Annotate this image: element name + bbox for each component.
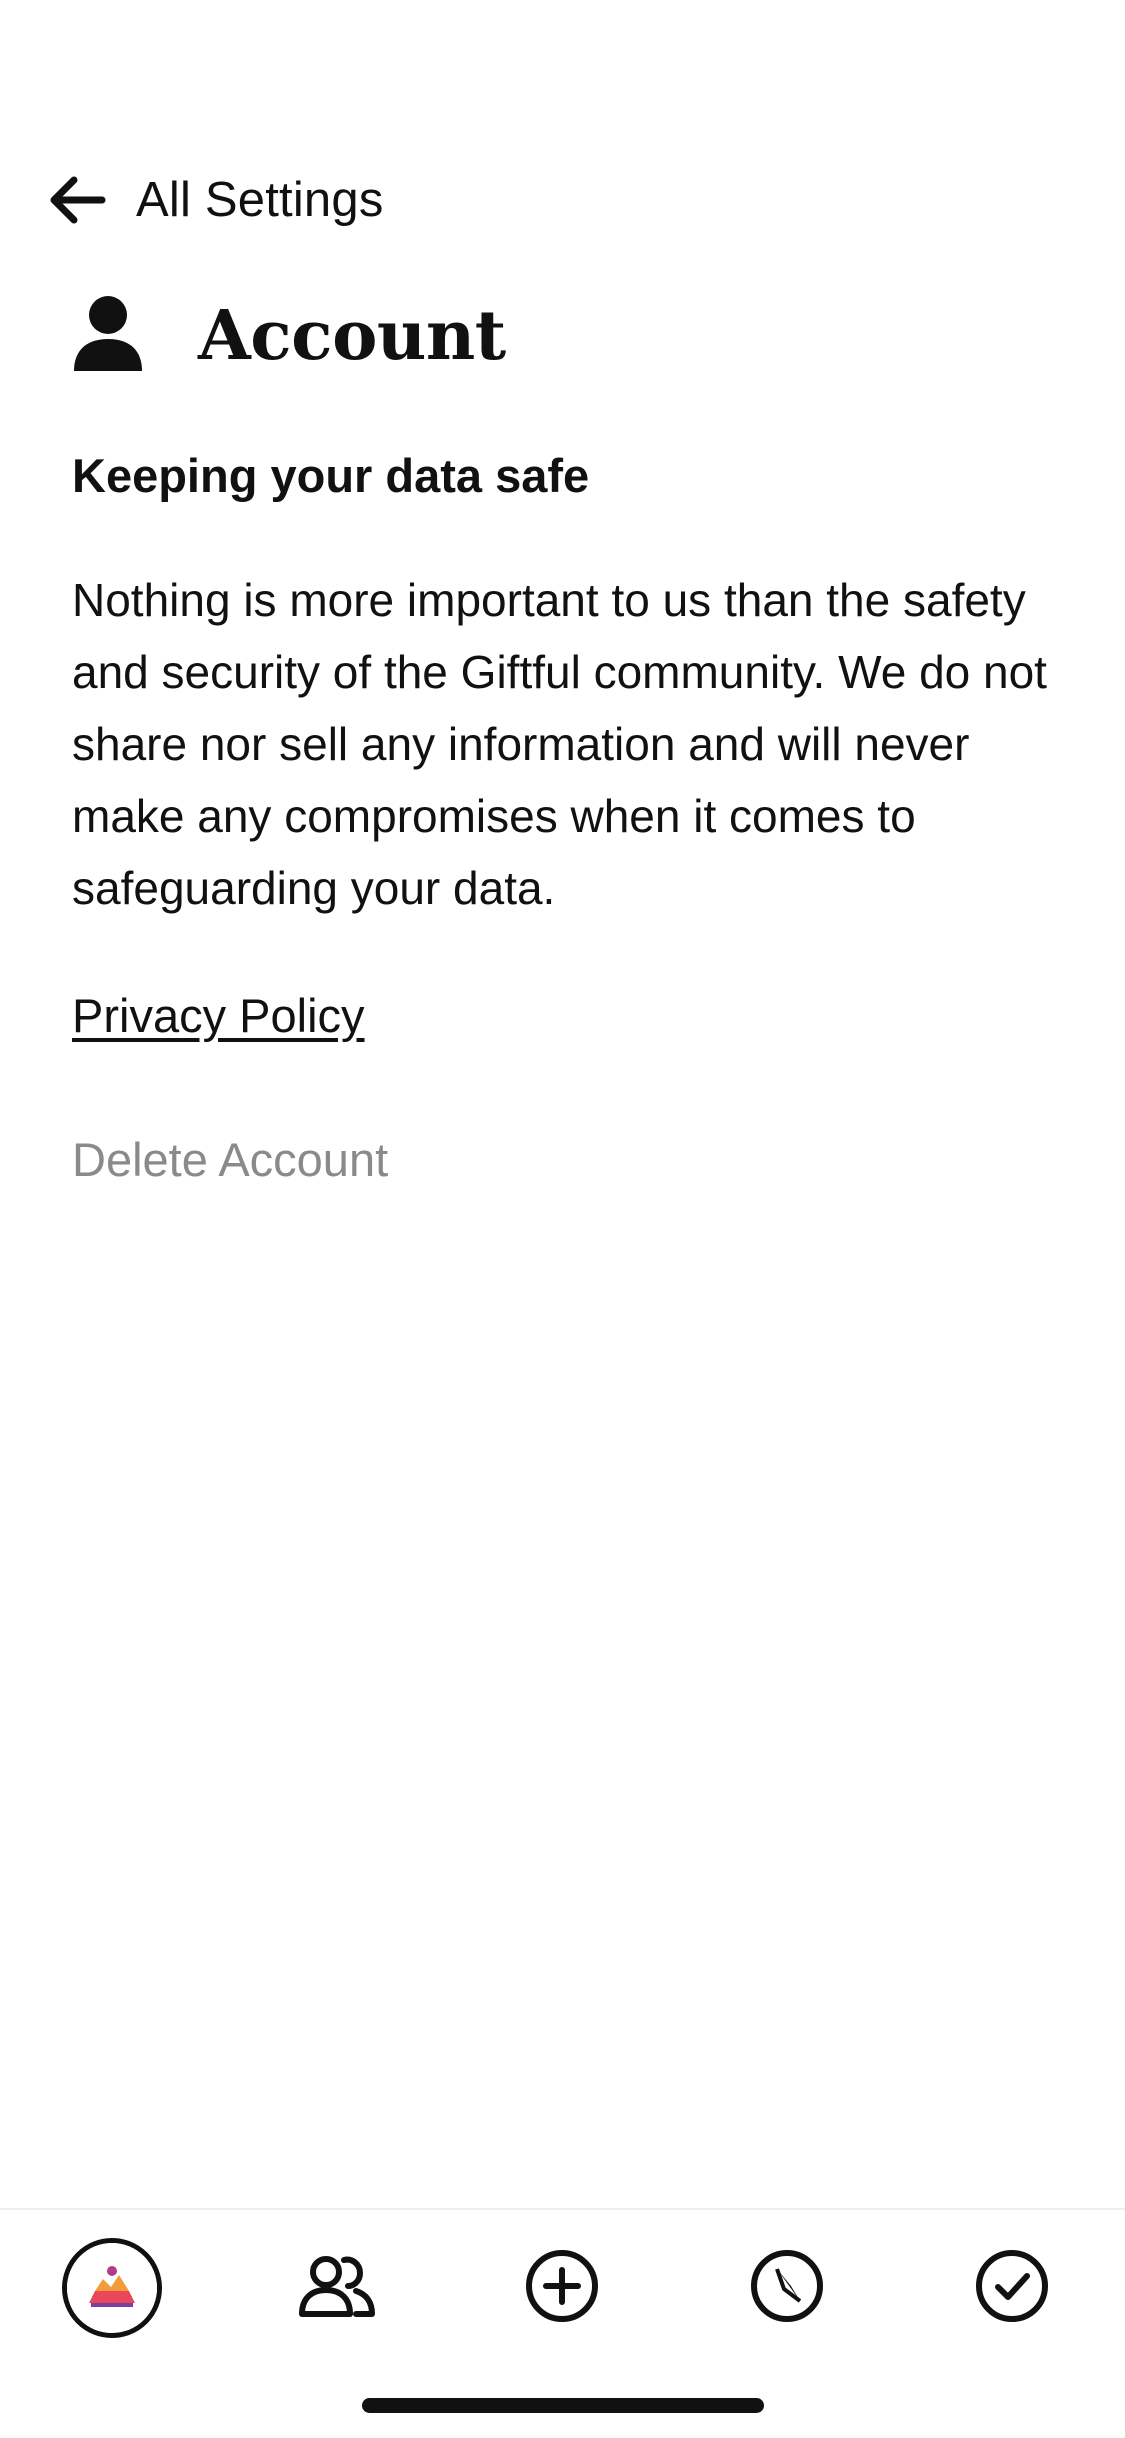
profile-avatar-icon (67, 2243, 157, 2333)
delete-account-button[interactable]: Delete Account (72, 1132, 388, 1187)
add-circle-icon (525, 2249, 599, 2328)
tab-done[interactable] (962, 2238, 1062, 2338)
tab-add[interactable] (512, 2238, 612, 2338)
home-indicator (362, 2398, 764, 2413)
privacy-policy-link[interactable]: Privacy Policy (72, 988, 365, 1043)
tab-people[interactable] (287, 2238, 387, 2338)
tab-profile[interactable] (62, 2238, 162, 2338)
privacy-description: Nothing is more important to us than the… (72, 574, 1047, 914)
section-heading: Keeping your data safe (72, 449, 590, 502)
check-circle-icon (975, 2249, 1049, 2328)
tab-explore[interactable] (737, 2238, 837, 2338)
people-icon (298, 2254, 376, 2323)
back-label: All Settings (136, 173, 384, 227)
page-title: Account (198, 296, 506, 376)
compass-icon (750, 2249, 824, 2328)
arrow-left-icon (48, 174, 106, 226)
back-button[interactable]: All Settings (48, 160, 384, 240)
page-header: Account (72, 286, 506, 386)
person-icon (72, 295, 144, 378)
